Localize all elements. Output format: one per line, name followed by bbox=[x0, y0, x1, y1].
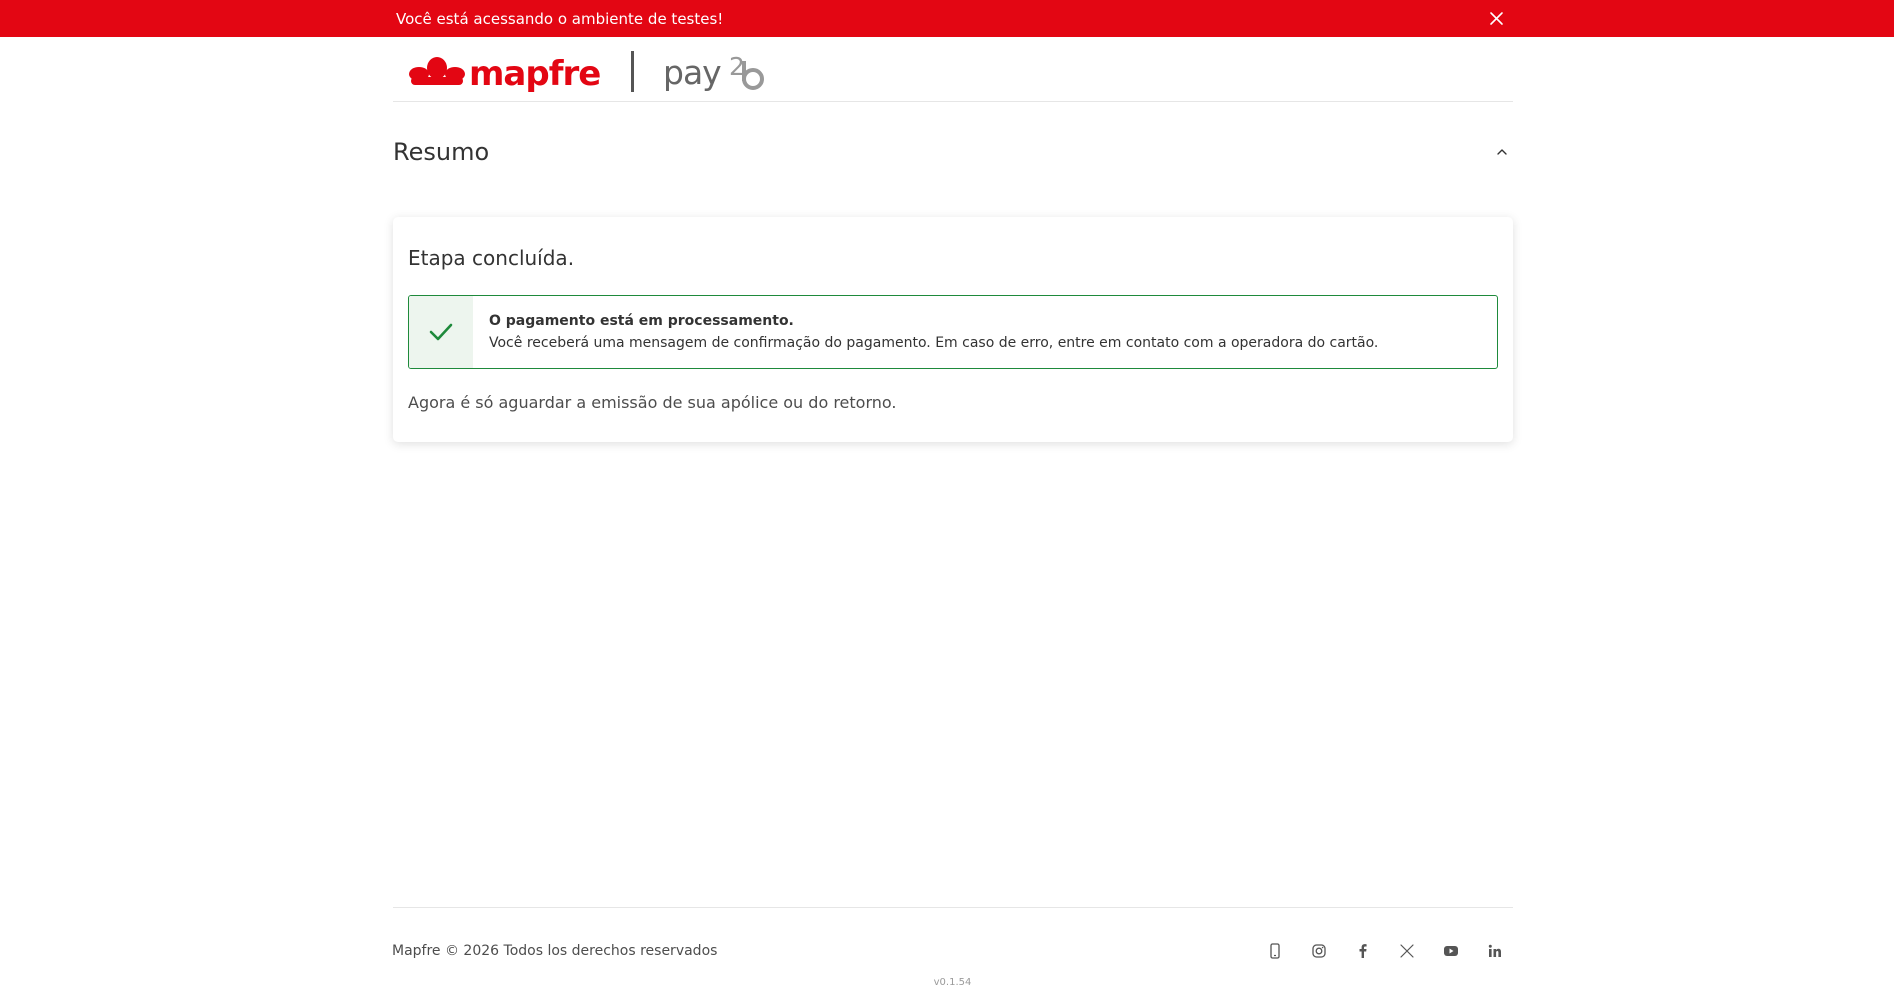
copyright-text: Mapfre © 2026 Todos los derechos reserva… bbox=[392, 943, 718, 959]
alert-title: O pagamento está em processamento. bbox=[489, 313, 794, 329]
mapfre-pay2b-logo: mapfre pay 2 bbox=[409, 51, 764, 94]
phone-icon[interactable] bbox=[1265, 941, 1285, 961]
waiting-message: Agora é só aguardar a emissão de sua apó… bbox=[408, 393, 897, 412]
footer-divider bbox=[393, 907, 1513, 908]
youtube-icon[interactable] bbox=[1441, 941, 1461, 961]
step-card: Etapa concluída. O pagamento está em pro… bbox=[393, 217, 1513, 442]
summary-title: Resumo bbox=[393, 138, 490, 166]
product-wordmark: pay bbox=[663, 53, 721, 92]
test-banner-message: Você está acessando o ambiente de testes… bbox=[396, 10, 724, 28]
step-title: Etapa concluída. bbox=[408, 246, 575, 270]
version-label: v0.1.54 bbox=[933, 977, 972, 988]
alert-icon-area bbox=[409, 296, 473, 368]
header: mapfre pay 2 bbox=[393, 37, 1513, 102]
payment-processing-alert: O pagamento está em processamento. Você … bbox=[408, 295, 1498, 369]
linkedin-icon[interactable] bbox=[1485, 941, 1505, 961]
chevron-up-icon[interactable] bbox=[1494, 144, 1510, 160]
facebook-icon[interactable] bbox=[1353, 941, 1373, 961]
check-icon bbox=[429, 323, 453, 341]
brand-wordmark: mapfre bbox=[469, 54, 600, 94]
alert-message: Você receberá uma mensagem de confirmaçã… bbox=[489, 335, 1379, 351]
instagram-icon[interactable] bbox=[1309, 941, 1329, 961]
close-icon[interactable] bbox=[1487, 9, 1506, 28]
x-icon[interactable] bbox=[1397, 941, 1417, 961]
mapfre-symbol bbox=[409, 57, 465, 85]
logo-divider bbox=[631, 51, 634, 92]
test-environment-banner: Você está acessando o ambiente de testes… bbox=[0, 0, 1894, 37]
